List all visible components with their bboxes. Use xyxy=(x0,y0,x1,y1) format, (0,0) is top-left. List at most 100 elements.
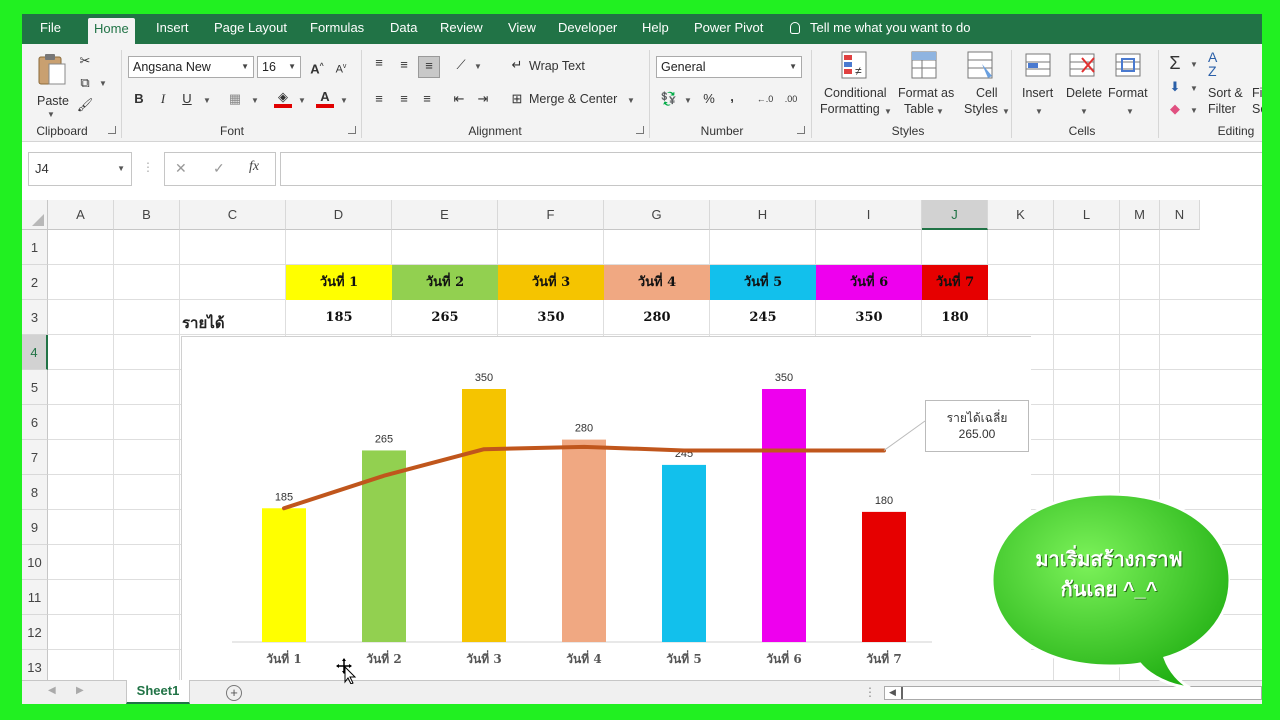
tab-formulas[interactable]: Formulas xyxy=(304,14,370,44)
bar[interactable] xyxy=(462,389,506,642)
increase-indent-icon[interactable]: ⇥ xyxy=(474,90,492,108)
income-value-cell[interactable]: 280 xyxy=(604,300,710,335)
day-header-cell[interactable]: วันที่ 2 xyxy=(392,265,498,300)
number-launcher[interactable] xyxy=(797,126,805,134)
bar[interactable] xyxy=(262,508,306,642)
next-sheet-arrow[interactable]: ▶ xyxy=(76,685,84,696)
row-header-12[interactable]: 12 xyxy=(22,615,48,650)
sheet-tab-sheet1[interactable]: Sheet1 xyxy=(126,680,190,704)
tab-insert[interactable]: Insert xyxy=(150,14,195,44)
tab-home[interactable]: Home xyxy=(88,18,135,44)
font-launcher[interactable] xyxy=(348,126,356,134)
align-right-icon[interactable]: ≡ xyxy=(418,90,436,108)
insert-function-button[interactable]: fx xyxy=(249,159,259,175)
income-value-cell[interactable]: 180 xyxy=(922,300,988,335)
merge-center-icon[interactable]: ⊞ xyxy=(508,90,526,108)
bar[interactable] xyxy=(762,389,806,642)
row-header-1[interactable]: 1 xyxy=(22,230,48,265)
decrease-indent-icon[interactable]: ⇤ xyxy=(450,90,468,108)
format-painter-icon[interactable]: 🖌 xyxy=(76,96,94,114)
font-color-button[interactable]: A xyxy=(316,88,334,108)
column-header-b[interactable]: B xyxy=(114,200,180,230)
fill-icon[interactable]: ⬇ xyxy=(1166,78,1184,96)
percent-style-button[interactable]: % xyxy=(700,90,718,108)
row-header-7[interactable]: 7 xyxy=(22,440,48,475)
sort-filter-button[interactable]: AZ Sort & Filter xyxy=(1204,50,1248,120)
delete-cells-button[interactable]: Delete ▼ xyxy=(1062,50,1106,120)
bar[interactable] xyxy=(862,511,906,642)
income-value-cell[interactable]: 350 xyxy=(816,300,922,335)
increase-decimal-icon[interactable]: ←.0 xyxy=(756,90,774,108)
italic-button[interactable]: I xyxy=(154,90,172,108)
income-chart[interactable]: 185 วันที่ 1 265 วันที่ 2 350 วันที่ 3 280 วันท… xyxy=(181,336,1031,686)
clipboard-launcher[interactable] xyxy=(108,126,116,134)
tab-review[interactable]: Review xyxy=(434,14,489,44)
column-header-l[interactable]: L xyxy=(1054,200,1120,230)
merge-center-button[interactable]: Merge & Center xyxy=(529,92,617,106)
add-sheet-button[interactable]: + xyxy=(226,685,242,701)
align-center-icon[interactable]: ≡ xyxy=(395,90,413,108)
grow-font-button[interactable]: A^ xyxy=(308,58,326,76)
format-as-table-button[interactable]: Format as Table ▼ xyxy=(894,50,958,120)
copy-dropdown[interactable]: ▼ xyxy=(99,79,107,88)
row-header-2[interactable]: 2 xyxy=(22,265,48,300)
font-size-select[interactable]: 16 ▼ xyxy=(257,56,301,78)
clear-icon[interactable]: ◆ xyxy=(1166,100,1184,118)
column-header-d[interactable]: D xyxy=(286,200,392,230)
select-all-corner[interactable] xyxy=(22,200,48,230)
orientation-icon[interactable]: ⟋ xyxy=(452,56,470,74)
column-header-f[interactable]: F xyxy=(498,200,604,230)
tab-power-pivot[interactable]: Power Pivot xyxy=(688,14,769,44)
column-header-n[interactable]: N xyxy=(1160,200,1200,230)
row-header-6[interactable]: 6 xyxy=(22,405,48,440)
day-header-cell[interactable]: วันที่ 4 xyxy=(604,265,710,300)
column-header-j[interactable]: J xyxy=(922,200,988,230)
column-header-c[interactable]: C xyxy=(180,200,286,230)
scroll-left-arrow[interactable]: ◀ xyxy=(889,687,896,698)
format-cells-button[interactable]: Format ▼ xyxy=(1106,50,1154,120)
day-header-cell[interactable]: วันที่ 1 xyxy=(286,265,392,300)
copy-icon[interactable]: ⧉ xyxy=(76,74,94,92)
day-header-cell[interactable]: วันที่ 3 xyxy=(498,265,604,300)
align-middle-icon[interactable]: ≡ xyxy=(395,56,413,74)
row-header-8[interactable]: 8 xyxy=(22,475,48,510)
name-box[interactable]: J4 ▼ xyxy=(28,152,132,186)
tab-data[interactable]: Data xyxy=(384,14,423,44)
column-header-m[interactable]: M xyxy=(1120,200,1160,230)
column-header-e[interactable]: E xyxy=(392,200,498,230)
tab-view[interactable]: View xyxy=(502,14,542,44)
paste-dropdown[interactable]: ▼ xyxy=(47,110,55,119)
align-bottom-icon[interactable]: ≡ xyxy=(418,56,440,78)
decrease-decimal-icon[interactable]: .00 xyxy=(782,90,800,108)
enter-formula-button[interactable]: ✓ xyxy=(213,160,225,177)
row-header-4[interactable]: 4 xyxy=(22,335,48,370)
bold-button[interactable]: B xyxy=(130,90,148,108)
font-name-select[interactable]: Angsana New ▼ xyxy=(128,56,254,78)
align-top-icon[interactable]: ≡ xyxy=(370,54,388,72)
row-header-5[interactable]: 5 xyxy=(22,370,48,405)
column-header-i[interactable]: I xyxy=(816,200,922,230)
alignment-launcher[interactable] xyxy=(636,126,644,134)
day-header-cell[interactable]: วันที่ 7 xyxy=(922,265,988,300)
formula-input[interactable] xyxy=(280,152,1262,186)
cell-styles-button[interactable]: Cell Styles ▼ xyxy=(958,50,1010,120)
shrink-font-button[interactable]: Av xyxy=(332,58,350,76)
day-header-cell[interactable]: วันที่ 6 xyxy=(816,265,922,300)
paste-button[interactable]: Paste ▼ xyxy=(32,52,72,119)
cut-icon[interactable]: ✂ xyxy=(76,52,94,70)
cancel-formula-button[interactable]: ✕ xyxy=(175,160,187,177)
day-header-cell[interactable]: วันที่ 5 xyxy=(710,265,816,300)
row-header-11[interactable]: 11 xyxy=(22,580,48,615)
scroll-splitter-icon[interactable]: ⋮ xyxy=(864,685,876,699)
row-header-10[interactable]: 10 xyxy=(22,545,48,580)
income-value-cell[interactable]: 265 xyxy=(392,300,498,335)
wrap-text-button[interactable]: Wrap Text xyxy=(529,59,585,73)
conditional-formatting-button[interactable]: ≠ Conditional Formatting ▼ xyxy=(818,50,892,120)
fill-color-icon[interactable]: ◈ xyxy=(274,88,292,108)
underline-button[interactable]: U xyxy=(178,90,196,108)
align-left-icon[interactable]: ≡ xyxy=(370,90,388,108)
row-header-9[interactable]: 9 xyxy=(22,510,48,545)
borders-icon[interactable]: ▦ xyxy=(226,90,244,108)
comma-style-button[interactable]: , xyxy=(723,88,741,106)
bar[interactable] xyxy=(562,439,606,642)
